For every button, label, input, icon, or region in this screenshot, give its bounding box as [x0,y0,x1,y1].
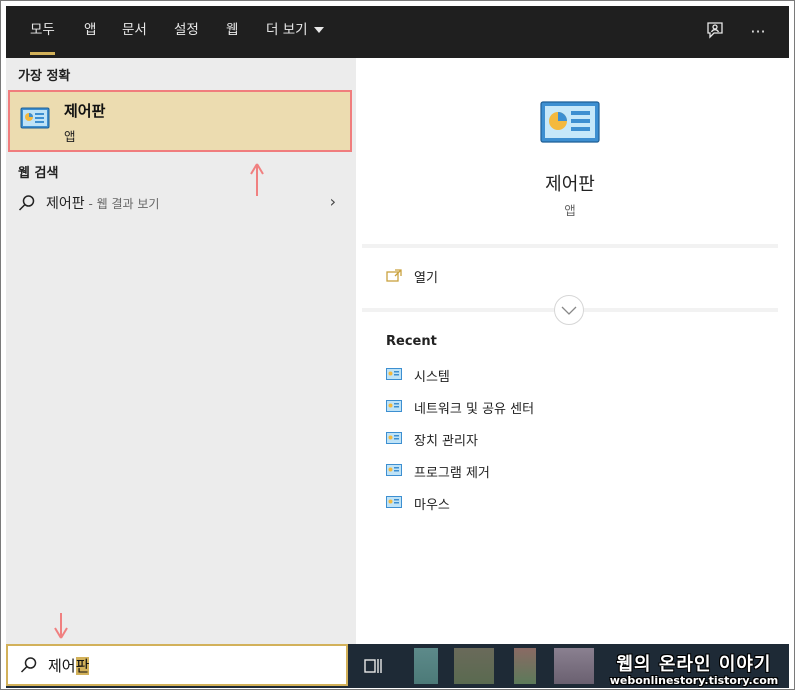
open-icon [386,269,402,282]
recent-item-label: 마우스 [414,498,450,513]
taskbar-app-icon[interactable] [554,648,594,684]
tab-more-label: 더 보기 [266,22,308,38]
web-search-suffix: - 웹 결과 보기 [84,197,160,211]
annotation-arrow-down-icon [54,613,68,639]
search-icon [18,194,36,216]
tab-documents[interactable]: 문서 [122,6,147,58]
feedback-icon[interactable] [703,20,727,44]
expand-button[interactable] [554,295,584,325]
control-panel-icon [386,400,402,412]
web-search-query-text: 제어판 [46,196,85,212]
control-panel-icon [386,368,402,380]
search-typed-text: 제어 [48,657,76,675]
tab-settings-label: 설정 [174,22,199,38]
tab-documents-label: 문서 [122,22,147,38]
task-view-icon[interactable] [362,655,384,681]
recent-item-label: 프로그램 제거 [414,466,490,481]
recent-title: Recent [386,334,437,349]
watermark-title: 웹의 온라인 이야기 [616,654,772,675]
taskbar-app-icon[interactable] [454,648,494,684]
chevron-down-icon [561,306,577,315]
recent-item-label: 네트워크 및 공유 센터 [414,402,535,417]
search-autocomplete-text: 판 [75,657,90,675]
tab-all[interactable]: 모두 [30,6,55,58]
best-match-heading: 가장 정확 [18,69,71,84]
tab-apps-label: 앱 [84,22,97,38]
detail-app-type: 앱 [564,203,576,218]
taskbar-app-icon[interactable] [414,648,438,684]
chevron-right-icon[interactable]: › [330,192,336,211]
search-icon [20,656,38,678]
recent-item-label: 시스템 [414,370,450,385]
watermark: 웹의 온라인 이야기 webonlinestory.tistory.com [604,650,784,688]
control-panel-icon [386,464,402,476]
watermark-url: webonlinestory.tistory.com [609,674,779,687]
control-panel-large-icon [540,100,600,148]
best-match-title: 제어판 [64,102,106,120]
tab-settings[interactable]: 설정 [174,6,199,58]
recent-item-label: 장치 관리자 [414,434,478,449]
web-search-heading: 웹 검색 [18,166,59,181]
web-search-result[interactable]: 제어판 - 웹 결과 보기 › [6,186,356,220]
chevron-down-icon [313,27,324,33]
recent-card: Recent 시스템 네트워크 및 공유 센터 장치 관리자 프로그램 제거 마… [362,312,778,644]
tab-more[interactable]: 더 보기 [266,6,324,58]
more-options-icon[interactable]: ··· [746,20,770,44]
results-pane: 가장 정확 제어판 앱 웹 검색 제어판 - 웹 결과 보기 › [6,58,356,644]
detail-pane: 제어판 앱 열기 Recent 시스템 네트워크 및 공유 센터 장치 관리자 … [362,68,778,644]
tab-apps[interactable]: 앱 [84,6,96,58]
search-input[interactable]: 제어판 [6,644,348,686]
best-match-subtitle: 앱 [64,129,76,144]
search-input-value: 제어판 [48,655,90,676]
taskbar-app-icon[interactable] [514,648,536,684]
detail-app-name: 제어판 [545,174,595,195]
web-search-query: 제어판 - 웹 결과 보기 [46,193,159,213]
control-panel-icon [20,106,50,134]
search-scope-tabs: 모두 앱 문서 설정 웹 더 보기 ··· [6,6,789,58]
open-action-label: 열기 [414,271,438,286]
tab-all-label: 모두 [30,22,55,38]
control-panel-icon [386,432,402,444]
detail-header-card: 제어판 앱 [362,68,778,244]
control-panel-icon [386,496,402,508]
tab-web[interactable]: 웹 [226,6,238,58]
tab-web-label: 웹 [226,22,239,38]
best-match-result[interactable]: 제어판 앱 [8,90,352,152]
